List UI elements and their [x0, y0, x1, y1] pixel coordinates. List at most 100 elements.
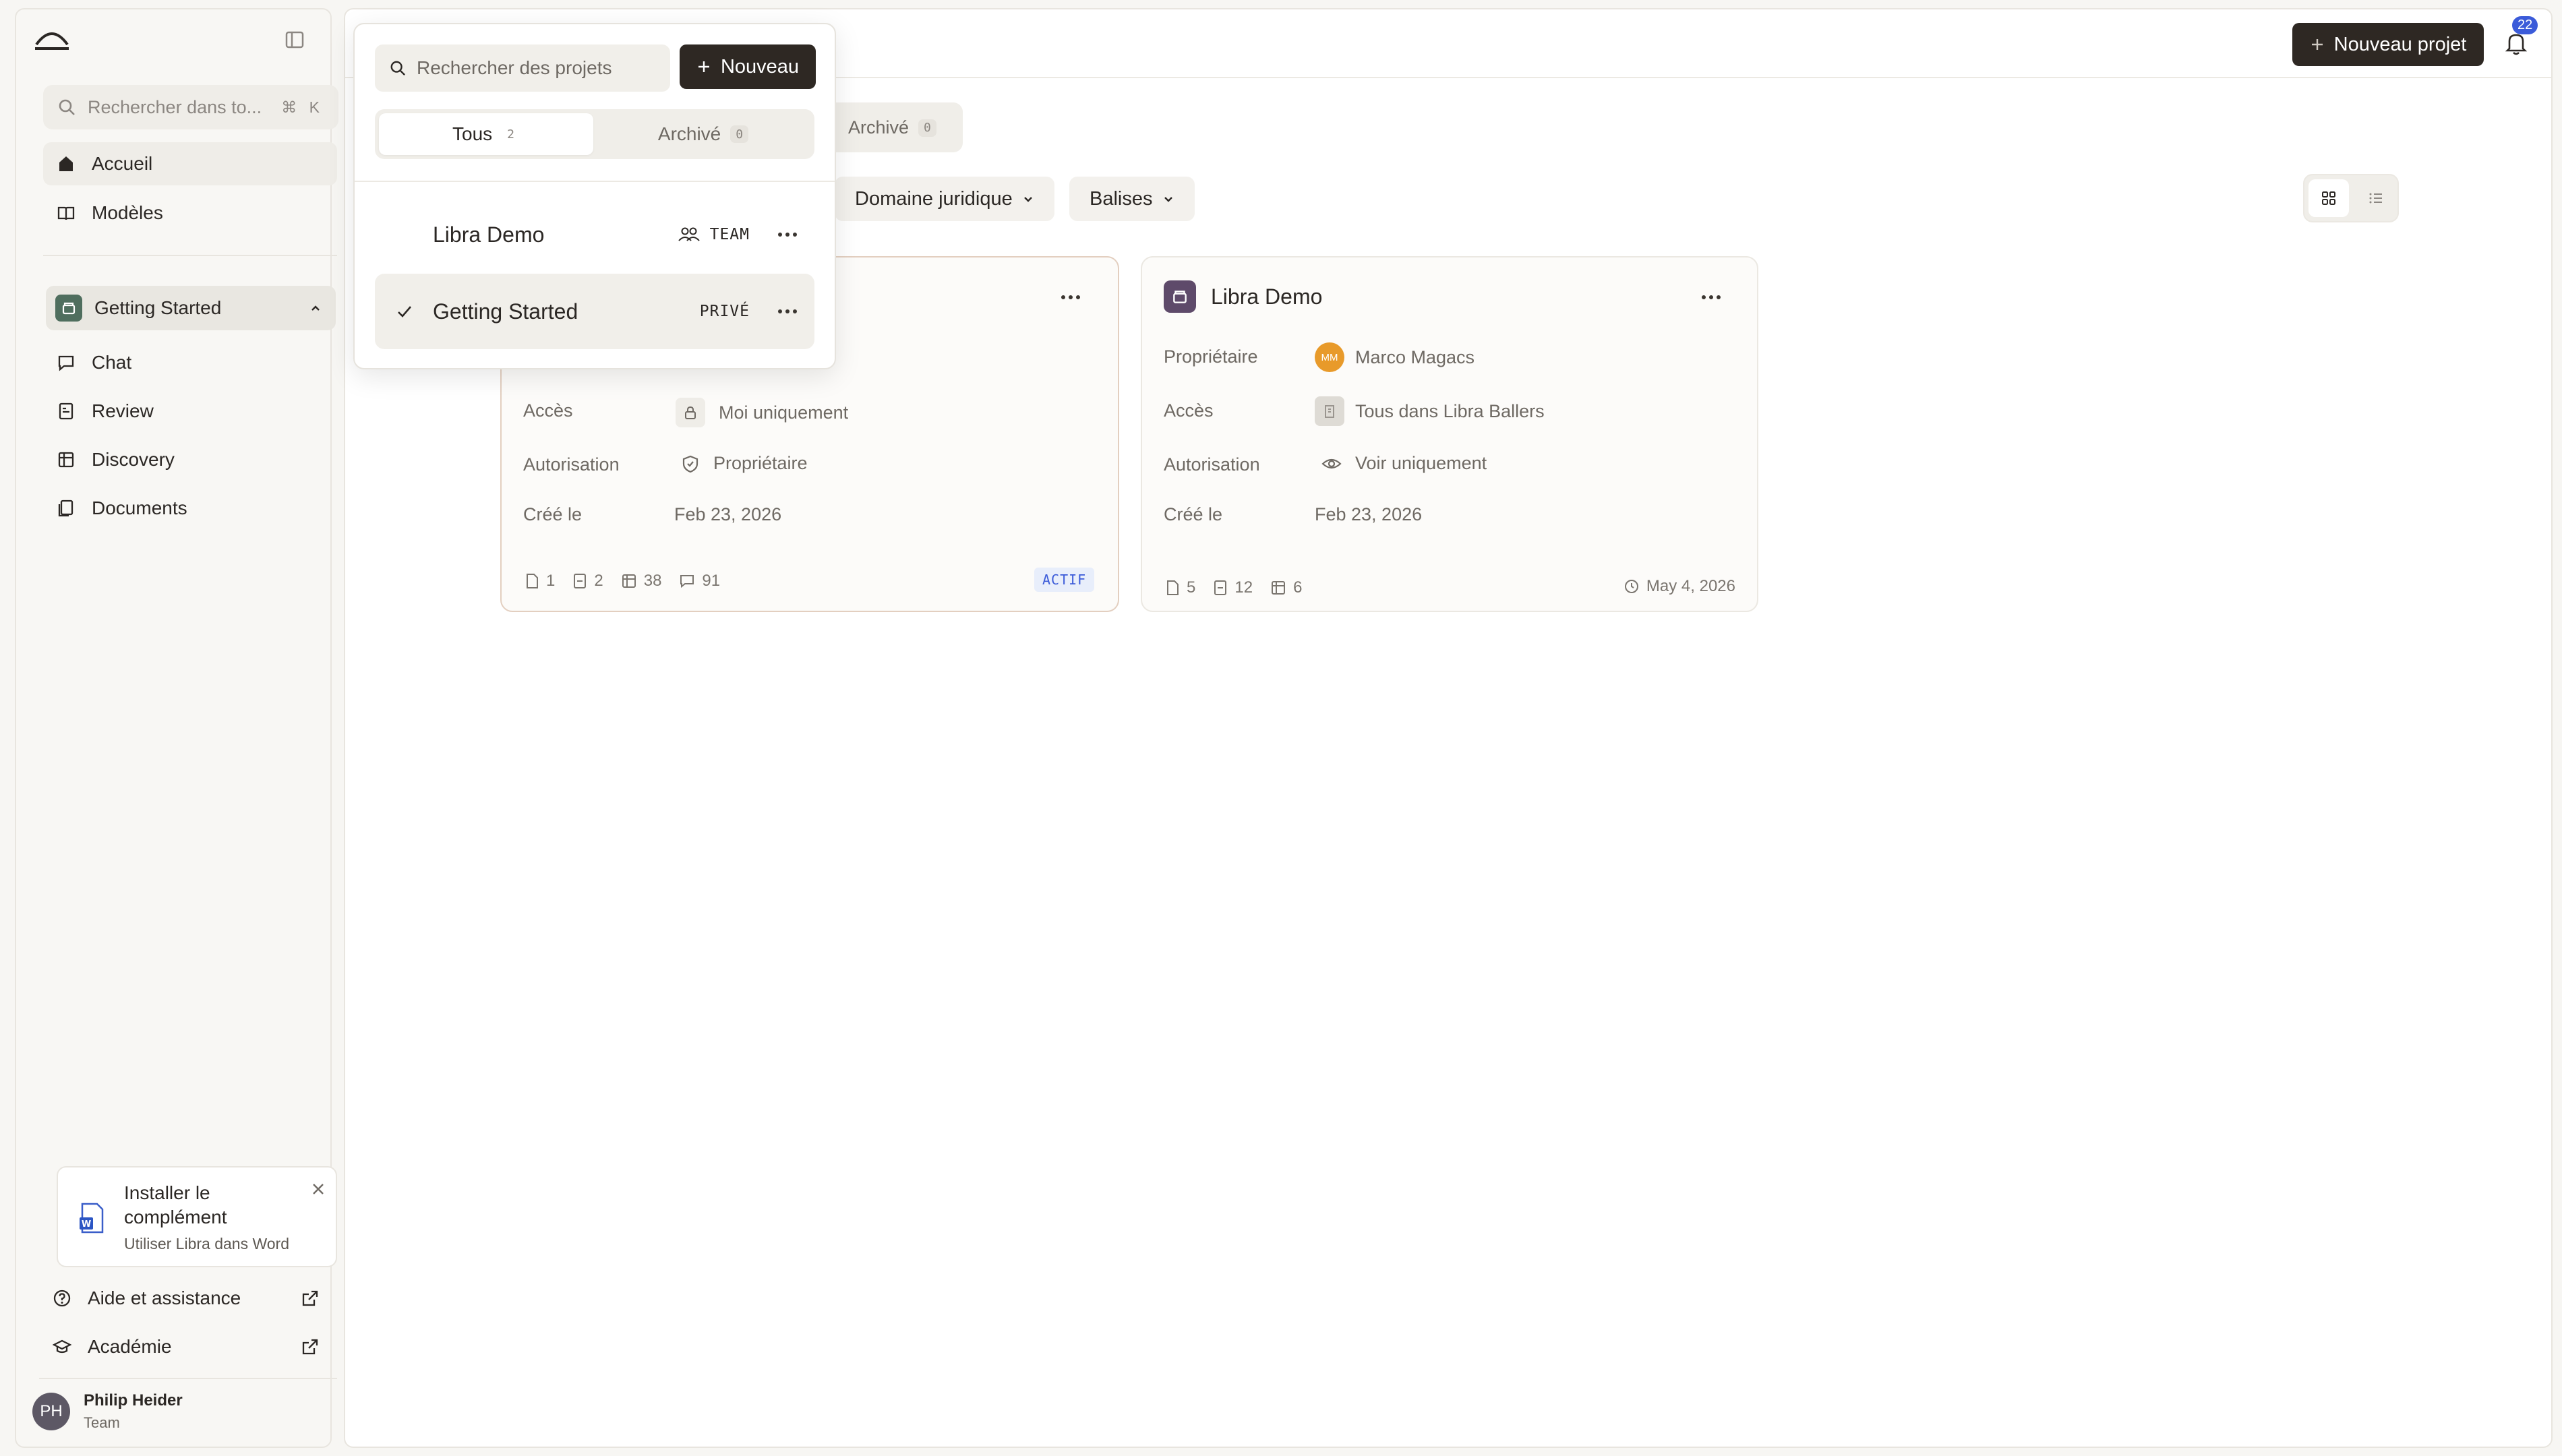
stat-reviews: 2 — [572, 572, 603, 590]
permission-value: Voir uniquement — [1355, 453, 1487, 473]
help-icon — [53, 1289, 71, 1308]
row-value: Tous dans Libra Ballers — [1315, 396, 1545, 426]
project-option-name: Getting Started — [433, 299, 578, 324]
new-project-button[interactable]: Nouveau projet — [2292, 23, 2484, 66]
sidebar-item-documents[interactable]: Documents — [43, 487, 337, 530]
tab-label: Tous — [452, 123, 493, 144]
stat-value: 2 — [594, 572, 603, 590]
libra-logo-icon[interactable] — [34, 26, 70, 53]
updated-value: May 4, 2026 — [1646, 577, 1735, 595]
project-box-icon — [1164, 280, 1196, 313]
filter-tags[interactable]: Balises — [1069, 177, 1195, 221]
clock-icon — [1623, 578, 1640, 595]
install-title-line1: Installer le — [124, 1182, 210, 1203]
sidebar-item-discovery[interactable]: Discovery — [43, 438, 337, 481]
sidebar-divider — [43, 255, 337, 256]
project-switcher-label: Getting Started — [94, 297, 222, 318]
search-icon — [390, 60, 406, 76]
collapse-sidebar-icon[interactable] — [285, 30, 305, 50]
list-view-icon[interactable] — [2356, 179, 2396, 217]
row-label: Propriétaire — [1164, 346, 1258, 367]
stat-tables: 38 — [621, 572, 662, 590]
tag-label: TEAM — [709, 226, 750, 243]
more-options-icon[interactable] — [1702, 295, 1721, 299]
project-search-input[interactable]: Rechercher des projets — [375, 44, 670, 92]
stat-value: 5 — [1187, 578, 1196, 597]
user-name: Philip Heider — [84, 1391, 183, 1409]
row-value: MM Marco Magacs — [1315, 342, 1474, 372]
row-label: Créé le — [1164, 504, 1223, 524]
project-option-tag: PRIVÉ — [700, 303, 750, 320]
sidebar-item-help[interactable]: Aide et assistance — [39, 1277, 333, 1320]
project-switcher-button[interactable]: Getting Started — [46, 286, 336, 330]
owner-value: Marco Magacs — [1355, 346, 1475, 367]
tab-archived[interactable]: Archivé 0 — [596, 113, 810, 155]
sidebar-search-input[interactable]: Rechercher dans to... ⌘ K — [43, 85, 338, 129]
stat-value: 38 — [643, 572, 662, 590]
more-options-icon[interactable] — [778, 233, 797, 237]
avatar: MM — [1315, 342, 1344, 372]
team-icon — [678, 226, 701, 243]
row-value: Voir uniquement — [1321, 453, 1487, 474]
filter-legal-domain[interactable]: Domaine juridique — [835, 177, 1054, 221]
chat-icon — [57, 353, 76, 372]
check-icon — [392, 303, 417, 320]
more-options-icon[interactable] — [778, 309, 797, 313]
sidebar-item-academy[interactable]: Académie — [39, 1325, 333, 1368]
status-tabs: Archivé 0 — [817, 102, 963, 152]
stat-value: 6 — [1293, 578, 1303, 597]
tab-label: Archivé — [848, 117, 910, 138]
eye-icon — [1321, 454, 1342, 473]
dropdown-tabs: Tous 2 Archivé 0 — [375, 109, 814, 159]
documents-icon — [57, 499, 76, 518]
sidebar-item-templates[interactable]: Modèles — [43, 191, 337, 235]
notification-badge: 22 — [2512, 16, 2538, 34]
sidebar-item-label: Documents — [92, 497, 187, 518]
user-profile[interactable]: PH Philip Heider Team — [32, 1391, 183, 1432]
plus-icon — [2310, 37, 2325, 52]
external-link-icon — [301, 1289, 320, 1308]
search-placeholder: Rechercher dans to... — [88, 96, 262, 117]
stat-value: 12 — [1234, 578, 1253, 597]
tab-archived[interactable]: Archivé 0 — [848, 117, 936, 138]
row-label: Accès — [1164, 400, 1214, 421]
chevron-up-icon — [309, 301, 322, 315]
access-value: Tous dans Libra Ballers — [1355, 400, 1545, 421]
project-option-name: Libra Demo — [433, 222, 545, 247]
dropdown-divider — [355, 181, 835, 182]
tag-label: PRIVÉ — [699, 303, 750, 320]
row-value: Moi uniquement — [676, 398, 848, 427]
more-options-icon[interactable] — [1061, 295, 1080, 299]
project-card-libra-demo[interactable]: Libra Demo Propriétaire MM Marco Magacs … — [1141, 256, 1758, 612]
table-icon — [57, 450, 76, 469]
status-badge: ACTIF — [1034, 568, 1095, 592]
row-label: Autorisation — [523, 454, 620, 475]
grid-view-icon[interactable] — [2308, 179, 2349, 217]
tab-label: Archivé — [657, 123, 721, 144]
project-search-placeholder: Rechercher des projets — [417, 57, 612, 78]
sidebar-item-review[interactable]: Review — [43, 390, 337, 433]
user-role: Team — [84, 1414, 120, 1431]
stat-reviews: 12 — [1213, 578, 1253, 597]
new-project-label: Nouveau projet — [2333, 33, 2467, 55]
view-toggle — [2303, 174, 2399, 222]
sidebar-item-chat[interactable]: Chat — [43, 341, 337, 384]
project-box-icon — [55, 295, 82, 322]
home-icon — [57, 154, 76, 173]
new-button[interactable]: Nouveau — [680, 44, 816, 89]
tab-count: 0 — [918, 119, 936, 137]
stat-value: 91 — [702, 572, 721, 590]
review-icon — [57, 402, 76, 421]
project-option-getting-started[interactable]: Getting Started PRIVÉ — [375, 274, 814, 349]
project-option-libra-demo[interactable]: Libra Demo TEAM — [375, 197, 814, 272]
chevron-down-icon — [1162, 193, 1174, 205]
install-addin-card[interactable]: W Installer le complément Utiliser Libra… — [57, 1166, 337, 1267]
sidebar-item-label: Académie — [88, 1336, 172, 1357]
close-icon[interactable] — [310, 1181, 326, 1197]
tab-count: 2 — [507, 127, 514, 142]
svg-text:W: W — [82, 1219, 91, 1230]
sidebar-item-home[interactable]: Accueil — [43, 142, 337, 185]
row-label: Accès — [523, 400, 573, 421]
search-icon — [58, 98, 76, 116]
tab-all[interactable]: Tous 2 — [379, 113, 593, 155]
